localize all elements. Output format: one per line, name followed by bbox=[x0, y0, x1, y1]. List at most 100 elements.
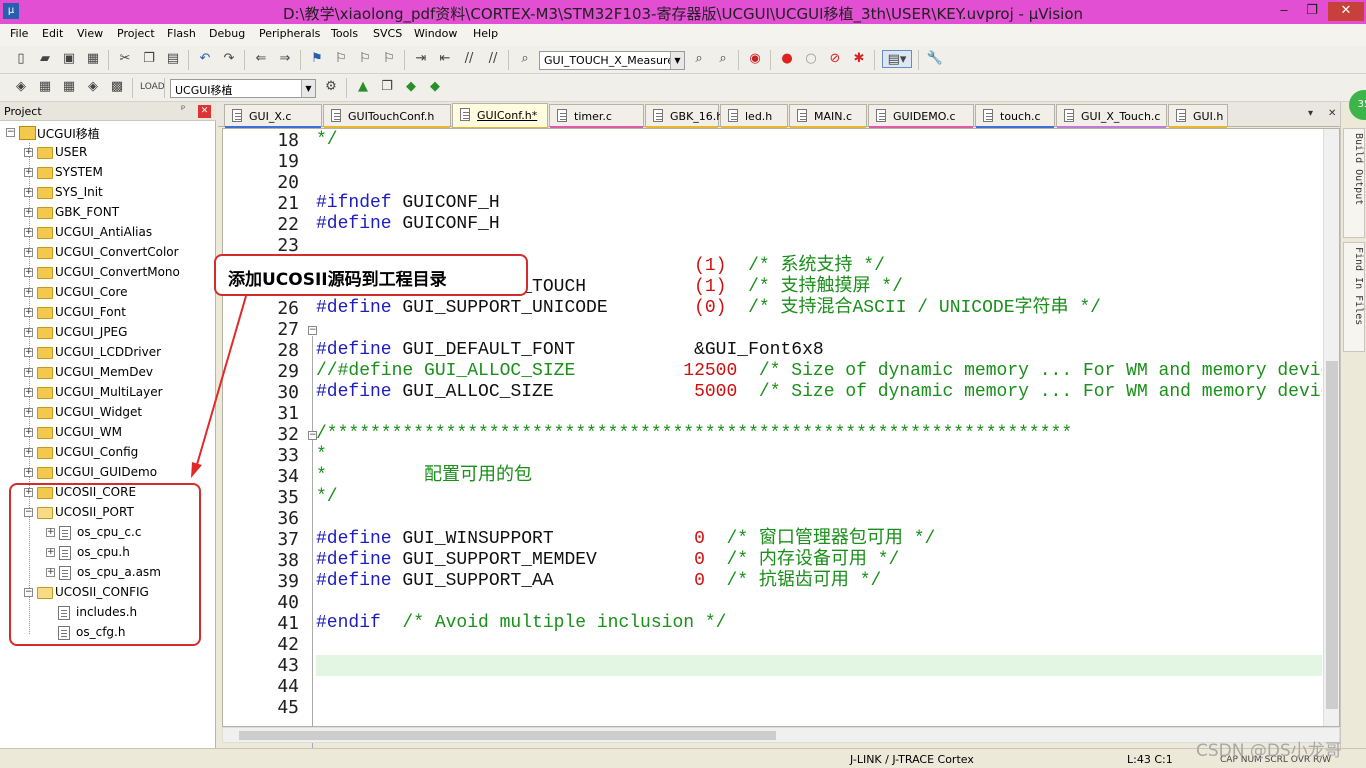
debug-session-icon[interactable]: ◉ bbox=[746, 50, 764, 68]
tree-group-ucgui-convertmono[interactable]: + UCGUI_ConvertMono bbox=[24, 263, 214, 283]
uncomment-icon[interactable]: // bbox=[484, 50, 502, 68]
expand-icon[interactable]: + bbox=[24, 468, 33, 477]
menu-window[interactable]: Window bbox=[414, 27, 457, 40]
panel-close-icon[interactable]: ✕ bbox=[198, 105, 211, 118]
expand-icon[interactable]: + bbox=[24, 288, 33, 297]
paste-icon[interactable]: ▤ bbox=[164, 50, 182, 68]
select-packs-icon[interactable]: ❐ bbox=[378, 78, 396, 96]
expand-icon[interactable]: + bbox=[24, 448, 33, 457]
manage-components-icon[interactable]: ▲ bbox=[354, 78, 372, 96]
tab-gui-x-c[interactable]: GUI_X.c bbox=[224, 104, 322, 129]
expand-icon[interactable]: + bbox=[24, 168, 33, 177]
indent-icon[interactable]: ⇥ bbox=[412, 50, 430, 68]
save-all-icon[interactable]: ▦ bbox=[84, 50, 102, 68]
manage-rte-icon[interactable]: ◆ bbox=[402, 78, 420, 96]
tree-group-ucgui-lcddriver[interactable]: + UCGUI_LCDDriver bbox=[24, 343, 214, 363]
tree-group-ucgui-multilayer[interactable]: + UCGUI_MultiLayer bbox=[24, 383, 214, 403]
batch-build-icon[interactable]: ◈ bbox=[84, 78, 102, 96]
tree-group-user[interactable]: + USER bbox=[24, 143, 214, 163]
unindent-icon[interactable]: ⇤ bbox=[436, 50, 454, 68]
tab-guiconf-h-[interactable]: GUIConf.h* bbox=[452, 103, 548, 130]
chevron-down-icon[interactable]: ▼ bbox=[670, 52, 684, 69]
tree-group-system[interactable]: + SYSTEM bbox=[24, 163, 214, 183]
expand-icon[interactable]: + bbox=[24, 308, 33, 317]
find-combo[interactable]: GUI_TOUCH_X_MeasureY ▼ bbox=[539, 51, 685, 70]
nav-forward-icon[interactable]: ⇒ bbox=[276, 50, 294, 68]
menu-svcs[interactable]: SVCS bbox=[373, 27, 402, 40]
tab-guidemo-c[interactable]: GUIDEMO.c bbox=[868, 104, 974, 129]
configure-icon[interactable]: 🔧 bbox=[926, 50, 944, 68]
comment-icon[interactable]: // bbox=[460, 50, 478, 68]
tab-guitouchconf-h[interactable]: GUITouchConf.h bbox=[323, 104, 451, 129]
prev-bookmark-icon[interactable]: ⚐ bbox=[332, 50, 350, 68]
tab-list-dropdown-icon[interactable]: ▾ bbox=[1308, 108, 1313, 119]
kill-breakpoints-icon[interactable]: ✱ bbox=[850, 50, 868, 68]
tree-group-ucgui-guidemo[interactable]: + UCGUI_GUIDemo bbox=[24, 463, 214, 483]
horizontal-scroll-thumb[interactable] bbox=[239, 731, 776, 740]
expand-icon[interactable]: + bbox=[24, 208, 33, 217]
menu-edit[interactable]: Edit bbox=[42, 27, 63, 40]
expand-icon[interactable]: + bbox=[24, 368, 33, 377]
rebuild-icon[interactable]: ▦ bbox=[60, 78, 78, 96]
find-icon[interactable]: ⌕ bbox=[690, 50, 708, 68]
build-icon[interactable]: ▦ bbox=[36, 78, 54, 96]
vertical-scroll-thumb[interactable] bbox=[1326, 361, 1338, 709]
insert-breakpoint-icon[interactable]: ● bbox=[778, 50, 796, 68]
expand-icon[interactable]: + bbox=[24, 228, 33, 237]
menu-project[interactable]: Project bbox=[117, 27, 155, 40]
build-output-tab[interactable]: Build Output bbox=[1343, 128, 1365, 238]
tab-timer-c[interactable]: timer.c bbox=[549, 104, 644, 129]
tree-group-ucgui-config[interactable]: + UCGUI_Config bbox=[24, 443, 214, 463]
find-in-files-icon[interactable]: ⌕ bbox=[516, 50, 534, 68]
window-layout-icon[interactable]: ▤▾ bbox=[882, 50, 912, 68]
save-icon[interactable]: ▣ bbox=[60, 50, 78, 68]
code-area[interactable]: */#ifndef GUICONF_H#define GUICONF_H#def… bbox=[316, 129, 1322, 726]
cut-icon[interactable]: ✂ bbox=[116, 50, 134, 68]
tab-gui-x-touch-c[interactable]: GUI_X_Touch.c bbox=[1056, 104, 1167, 129]
pack-installer-icon[interactable]: ◆ bbox=[426, 78, 444, 96]
pin-icon[interactable]: ᵖ bbox=[181, 104, 185, 115]
redo-icon[interactable]: ↷ bbox=[220, 50, 238, 68]
menu-help[interactable]: Help bbox=[473, 27, 498, 40]
tree-group-sys-init[interactable]: + SYS_Init bbox=[24, 183, 214, 203]
expand-icon[interactable]: + bbox=[24, 148, 33, 157]
tree-group-ucgui-widget[interactable]: + UCGUI_Widget bbox=[24, 403, 214, 423]
close-button[interactable]: ✕ bbox=[1328, 2, 1364, 21]
enable-breakpoint-icon[interactable]: ○ bbox=[802, 50, 820, 68]
download-icon[interactable]: LOAD bbox=[140, 78, 165, 96]
stop-build-icon[interactable]: ▩ bbox=[108, 78, 126, 96]
expand-icon[interactable]: + bbox=[24, 408, 33, 417]
expand-icon[interactable]: + bbox=[24, 328, 33, 337]
next-bookmark-icon[interactable]: ⚐ bbox=[356, 50, 374, 68]
menu-file[interactable]: File bbox=[10, 27, 28, 40]
collapse-icon[interactable]: − bbox=[6, 128, 15, 137]
expand-icon[interactable]: + bbox=[24, 188, 33, 197]
menu-tools[interactable]: Tools bbox=[331, 27, 358, 40]
tree-root[interactable]: − UCGUI移植 bbox=[6, 123, 196, 143]
menu-debug[interactable]: Debug bbox=[209, 27, 245, 40]
tree-group-ucgui-jpeg[interactable]: + UCGUI_JPEG bbox=[24, 323, 214, 343]
chevron-down-icon[interactable]: ▼ bbox=[301, 80, 315, 97]
menu-peripherals[interactable]: Peripherals bbox=[259, 27, 320, 40]
horizontal-scrollbar[interactable] bbox=[222, 727, 1340, 743]
copy-icon[interactable]: ❐ bbox=[140, 50, 158, 68]
tree-group-ucgui-font[interactable]: + UCGUI_Font bbox=[24, 303, 214, 323]
tree-group-gbk-font[interactable]: + GBK_FONT bbox=[24, 203, 214, 223]
tab-touch-c[interactable]: touch.c bbox=[975, 104, 1055, 129]
minimize-button[interactable]: ‒ bbox=[1270, 2, 1298, 21]
target-options-icon[interactable]: ⚙ bbox=[322, 78, 340, 96]
expand-icon[interactable]: + bbox=[24, 428, 33, 437]
undo-icon[interactable]: ↶ bbox=[196, 50, 214, 68]
clear-bookmarks-icon[interactable]: ⚐ bbox=[380, 50, 398, 68]
menu-view[interactable]: View bbox=[77, 27, 103, 40]
expand-icon[interactable]: + bbox=[24, 268, 33, 277]
new-file-icon[interactable]: ▯ bbox=[12, 50, 30, 68]
close-tab-icon[interactable]: ✕ bbox=[1328, 108, 1336, 119]
vertical-scrollbar[interactable] bbox=[1323, 129, 1339, 726]
open-file-icon[interactable]: ▰ bbox=[36, 50, 54, 68]
expand-icon[interactable]: + bbox=[24, 248, 33, 257]
tree-group-ucgui-memdev[interactable]: + UCGUI_MemDev bbox=[24, 363, 214, 383]
tree-group-ucgui-wm[interactable]: + UCGUI_WM bbox=[24, 423, 214, 443]
menu-flash[interactable]: Flash bbox=[167, 27, 196, 40]
tab-gbk-16-h[interactable]: GBK_16.h bbox=[645, 104, 723, 129]
